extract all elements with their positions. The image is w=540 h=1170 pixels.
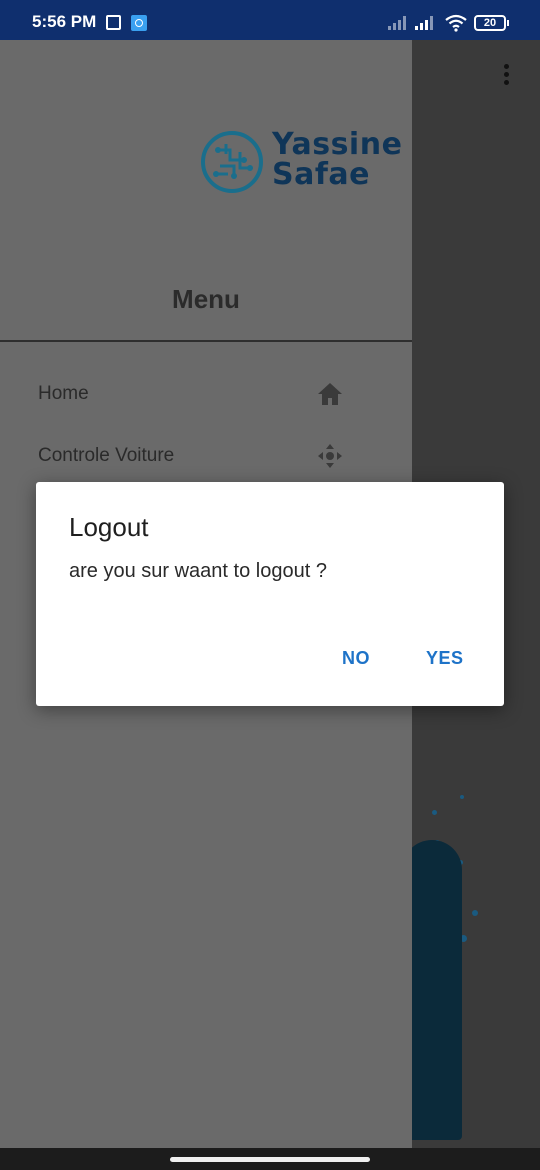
status-time: 5:56 PM — [32, 12, 97, 31]
circuit-logo-icon — [201, 131, 263, 193]
signal-icon — [415, 14, 437, 30]
yes-button[interactable]: YES — [426, 648, 464, 669]
signal-icon — [388, 14, 410, 30]
logo-text: Yassine Safae — [272, 130, 402, 190]
app-icon — [131, 15, 147, 31]
grid-icon — [106, 15, 121, 30]
robot-illustration — [412, 840, 462, 1140]
no-button[interactable]: NO — [342, 648, 370, 669]
logo-line-2: Safae — [272, 157, 370, 192]
divider — [0, 340, 412, 342]
home-icon — [318, 383, 342, 405]
logo: Yassine Safae — [200, 130, 402, 200]
menu-item-controle-voiture[interactable]: Controle Voiture — [0, 430, 412, 482]
menu-item-label: Home — [38, 383, 89, 404]
logo-line-1: Yassine — [272, 127, 403, 162]
battery-icon: 20 — [474, 15, 509, 31]
logout-dialog: Logout are you sur waant to logout ? NO … — [36, 482, 504, 706]
move-icon — [318, 444, 342, 468]
navigation-bar — [0, 1148, 540, 1170]
menu-item-home[interactable]: Home — [0, 368, 412, 420]
overflow-menu-icon — [504, 64, 510, 86]
wifi-icon — [445, 14, 467, 32]
home-gesture-bar[interactable] — [170, 1157, 370, 1162]
menu-title: Menu — [172, 284, 240, 314]
dialog-message: are you sur waant to logout ? — [69, 560, 327, 582]
status-bar: 5:56 PM 20 — [0, 0, 540, 40]
menu-item-label: Controle Voiture — [38, 445, 175, 466]
dialog-title: Logout — [69, 512, 149, 542]
